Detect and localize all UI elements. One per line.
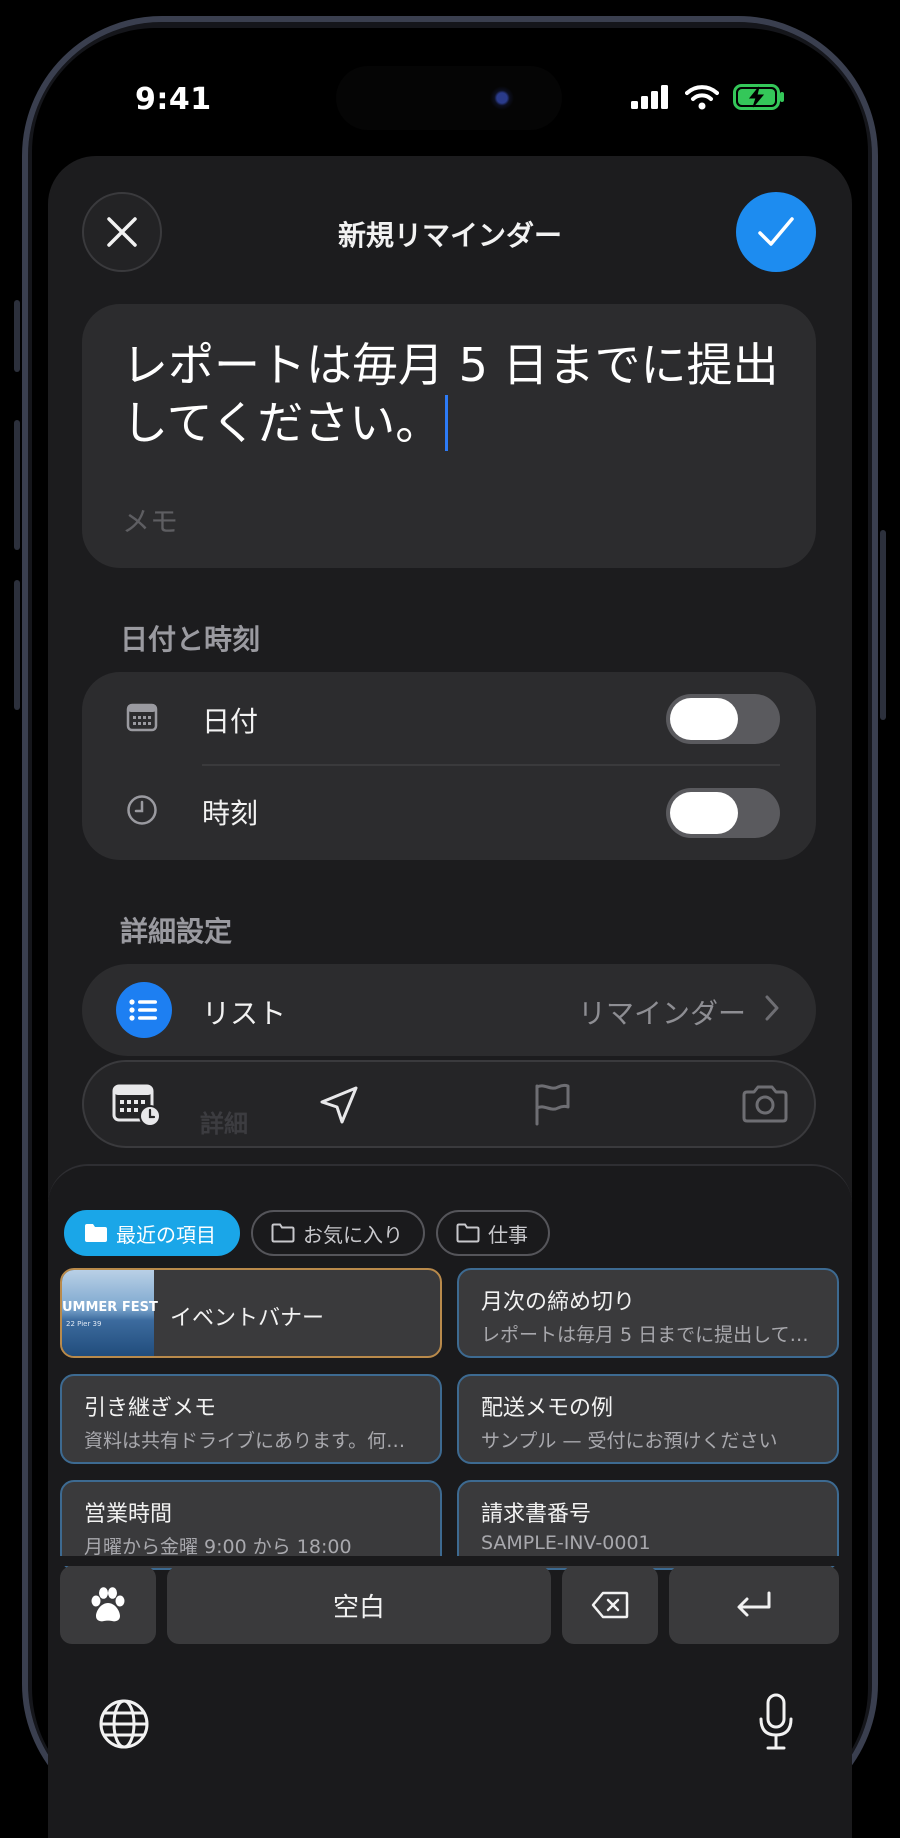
volume-down-button xyxy=(14,580,20,710)
power-button xyxy=(880,530,886,720)
dynamic-island xyxy=(336,66,562,130)
return-icon xyxy=(737,1591,771,1617)
chip-label: 仕事 xyxy=(488,1222,528,1247)
list-row[interactable]: リスト リマインダー xyxy=(82,964,816,1056)
list-row-value: リマインダー xyxy=(577,997,746,1030)
space-key[interactable]: 空白 xyxy=(167,1566,551,1644)
clip-title: 営業時間 xyxy=(84,1502,173,1527)
row-divider xyxy=(202,764,780,766)
thumbnail-subtext: 22 Pier 39 xyxy=(66,1320,102,1328)
clip-title: 請求書番号 xyxy=(481,1502,592,1527)
camera-icon[interactable] xyxy=(740,1084,790,1124)
quick-toolbar xyxy=(82,1060,816,1148)
clip-item[interactable]: 引き継ぎメモ 資料は共有ドライブにあります。何か… xyxy=(60,1374,442,1464)
time-toggle[interactable] xyxy=(666,788,780,838)
clip-item[interactable]: 配送メモの例 サンプル — 受付にお預けください xyxy=(457,1374,839,1464)
volume-up-button xyxy=(14,420,20,550)
clip-title: 引き継ぎメモ xyxy=(84,1396,217,1421)
date-time-icon[interactable] xyxy=(112,1082,164,1128)
wifi-icon xyxy=(685,85,719,110)
status-time: 9:41 xyxy=(135,82,212,117)
date-toggle[interactable] xyxy=(666,694,780,744)
clip-item-image[interactable]: UMMER FEST 22 Pier 39 イベントバナー xyxy=(60,1268,442,1358)
toggle-knob xyxy=(670,792,738,834)
banner-thumbnail: UMMER FEST 22 Pier 39 xyxy=(62,1270,158,1356)
checkmark-icon xyxy=(758,217,794,246)
space-key-label: 空白 xyxy=(332,1592,385,1623)
delete-backspace-icon xyxy=(591,1591,629,1619)
folder-icon xyxy=(85,1224,107,1242)
ghost-text: 詳細 xyxy=(200,1110,248,1138)
folder-icon xyxy=(271,1223,295,1243)
chip-recent[interactable]: 最近の項目 xyxy=(64,1210,240,1256)
chip-favorites[interactable]: お気に入り xyxy=(251,1210,425,1256)
details-section-label: 詳細設定 xyxy=(120,915,233,948)
list-bullet-icon xyxy=(116,982,172,1038)
reminder-input-card: レポートは毎月 5 日までに提出してください。 メモ xyxy=(82,304,816,568)
calendar-icon xyxy=(126,702,158,732)
list-row-label: リスト xyxy=(202,997,287,1030)
clip-subtitle: レポートは毎月 5 日までに提出して… xyxy=(481,1324,809,1346)
clip-title: 配送メモの例 xyxy=(481,1396,614,1421)
date-time-card: 日付 時刻 xyxy=(82,672,816,860)
folder-icon xyxy=(456,1223,480,1243)
status-icons xyxy=(631,84,785,110)
paw-key[interactable] xyxy=(60,1566,156,1644)
camera-lens xyxy=(490,86,514,110)
action-button xyxy=(14,300,20,372)
globe-icon[interactable] xyxy=(98,1698,150,1750)
battery-charging-icon xyxy=(733,84,784,110)
location-arrow-icon[interactable] xyxy=(318,1084,360,1126)
clip-subtitle: 月曜から金曜 9:00 から 18:00 xyxy=(84,1536,352,1558)
reminder-title-input[interactable]: レポートは毎月 5 日までに提出してください。 xyxy=(122,336,782,452)
clip-title: イベントバナー xyxy=(170,1306,325,1331)
text-caret xyxy=(445,395,449,451)
date-time-section-label: 日付と時刻 xyxy=(120,623,261,656)
date-row-label: 日付 xyxy=(202,705,259,738)
thumbnail-text: UMMER FEST xyxy=(62,1300,158,1315)
chip-work[interactable]: 仕事 xyxy=(436,1210,550,1256)
clip-subtitle: 資料は共有ドライブにあります。何か… xyxy=(84,1430,424,1452)
clip-item[interactable]: 月次の締め切り レポートは毎月 5 日までに提出して… xyxy=(457,1268,839,1358)
list-clip-mask xyxy=(48,1556,852,1566)
clock-icon xyxy=(126,794,158,826)
flag-icon[interactable] xyxy=(532,1082,572,1126)
microphone-icon[interactable] xyxy=(756,1692,796,1752)
chip-label: 最近の項目 xyxy=(116,1222,216,1247)
memo-input[interactable]: メモ xyxy=(122,500,178,540)
chip-label: お気に入り xyxy=(303,1222,403,1247)
chevron-right-icon xyxy=(765,995,779,1021)
delete-key[interactable] xyxy=(562,1566,658,1644)
clip-title: 月次の締め切り xyxy=(481,1290,636,1315)
return-key[interactable] xyxy=(669,1566,839,1644)
reminder-title-text: レポートは毎月 5 日までに提出してください。 xyxy=(122,338,779,450)
clip-subtitle: SAMPLE-INV-0001 xyxy=(481,1532,651,1554)
clip-subtitle: サンプル — 受付にお預けください xyxy=(481,1430,778,1452)
cellular-signal-icon xyxy=(631,85,668,109)
time-row-label: 時刻 xyxy=(202,797,259,830)
done-button[interactable] xyxy=(736,192,816,272)
toggle-knob xyxy=(670,698,738,740)
paw-icon xyxy=(91,1587,125,1622)
